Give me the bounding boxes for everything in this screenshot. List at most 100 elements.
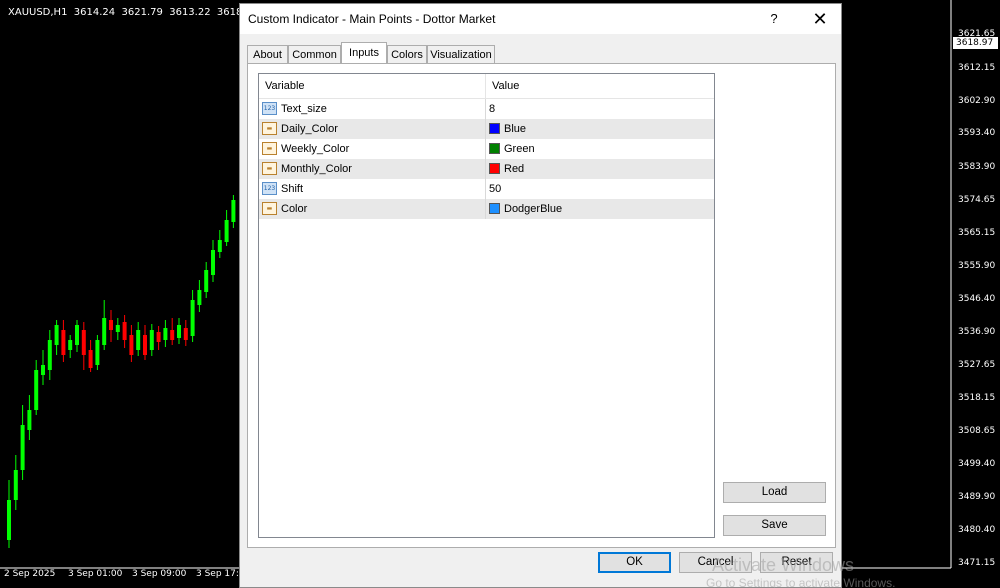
color-icon: ▬ [262, 202, 277, 215]
candle-body [7, 500, 11, 540]
price-label: 3583.90 [958, 162, 996, 172]
candle-body [183, 328, 188, 340]
input-row-weekly-color[interactable]: ▬ Weekly_Color Green [259, 139, 714, 159]
candle-body [143, 335, 147, 355]
numeric-icon: 123 [262, 182, 277, 195]
input-row-daily-color[interactable]: ▬ Daily_Color Blue [259, 119, 714, 139]
price-axis[interactable]: 3621.65 3612.15 3602.90 3593.40 3583.90 … [952, 0, 1000, 568]
current-price-tag: 3618.97 [953, 37, 998, 49]
help-button[interactable]: ? [760, 8, 788, 30]
load-button[interactable]: Load [723, 482, 826, 503]
column-header-variable[interactable]: Variable [259, 74, 486, 98]
candle-body [95, 340, 100, 365]
tab-inputs[interactable]: Inputs [341, 42, 387, 64]
variable-cell: ▬ Monthly_Color [259, 159, 486, 179]
candle-body [197, 290, 202, 305]
inputs-panel: Variable Value 123 Text_size 8 ▬ Daily_C… [247, 63, 836, 548]
candle-body [217, 240, 222, 252]
tab-about[interactable]: About [247, 45, 288, 63]
color-swatch [489, 163, 500, 174]
save-button[interactable]: Save [723, 515, 826, 536]
candle-body [13, 470, 18, 500]
input-row-shift[interactable]: 123 Shift 50 [259, 179, 714, 199]
color-swatch [489, 123, 500, 134]
price-label: 3546.40 [958, 294, 996, 304]
variable-name: Daily_Color [281, 123, 338, 135]
variable-name: Text_size [281, 103, 327, 115]
candle-body [47, 340, 52, 370]
candle-body [136, 330, 141, 350]
tab-common[interactable]: Common [288, 45, 341, 63]
price-label: 3499.40 [958, 459, 996, 469]
dialog-titlebar[interactable]: Custom Indicator - Main Points - Dottor … [240, 4, 841, 34]
candle-body [224, 220, 229, 242]
variable-cell: ▬ Color [259, 199, 486, 219]
price-label: 3480.40 [958, 525, 996, 535]
symbol-info: XAUUSD,H1 3614.24 3621.79 3613.22 3618.9… [8, 7, 259, 18]
price-label: 3593.40 [958, 128, 996, 138]
activation-watermark-text: Go to Settings to activate Windows. [706, 576, 896, 588]
candle-body [41, 365, 45, 375]
input-row-color[interactable]: ▬ Color DodgerBlue [259, 199, 714, 219]
numeric-icon: 123 [262, 102, 277, 115]
variable-cell: ▬ Daily_Color [259, 119, 486, 139]
variable-name: Monthly_Color [281, 163, 352, 175]
candle-body [27, 410, 32, 430]
variable-name: Color [281, 203, 308, 215]
candle-body [68, 340, 73, 350]
time-label: 3 Sep 09:00 [132, 569, 187, 579]
price-label: 3602.90 [958, 96, 996, 106]
activation-watermark-title: Activate Windows [712, 555, 855, 575]
variable-value: 50 [489, 183, 502, 195]
price-label: 3489.90 [958, 492, 996, 502]
price-label: 3471.15 [958, 558, 996, 568]
price-label: 3612.15 [958, 63, 996, 73]
column-header-value[interactable]: Value [486, 74, 714, 98]
variable-cell: ▬ Weekly_Color [259, 139, 486, 159]
tab-colors[interactable]: Colors [387, 45, 427, 63]
tab-visualization[interactable]: Visualization [427, 45, 495, 63]
candle-body [190, 300, 195, 336]
variable-cell: 123 Text_size [259, 99, 486, 119]
candle-body [163, 328, 168, 340]
color-swatch [489, 203, 500, 214]
candle-body [177, 325, 181, 338]
variable-value: Blue [504, 123, 527, 135]
candle-body [34, 370, 39, 410]
input-row-monthly-color[interactable]: ▬ Monthly_Color Red [259, 159, 714, 179]
price-label: 3565.15 [958, 228, 996, 238]
candle-body [75, 325, 79, 345]
variable-value: DodgerBlue [504, 203, 563, 215]
candle-body [211, 250, 215, 275]
variable-name: Shift [281, 183, 304, 195]
price-label: 3555.90 [958, 261, 996, 271]
variable-value: Red [504, 163, 525, 175]
value-cell[interactable]: 50 [486, 179, 714, 199]
candle-body [204, 270, 209, 292]
ok-button[interactable]: OK [598, 552, 671, 573]
value-cell[interactable]: Green [486, 139, 714, 159]
candle-body [20, 425, 25, 470]
price-label: 3536.90 [958, 327, 996, 337]
candle-body [81, 330, 86, 355]
variable-value: Green [504, 143, 535, 155]
value-cell[interactable]: Blue [486, 119, 714, 139]
candle-body [129, 335, 134, 355]
grid-header: Variable Value [259, 74, 714, 99]
value-cell[interactable]: DodgerBlue [486, 199, 714, 219]
custom-indicator-dialog: Custom Indicator - Main Points - Dottor … [239, 3, 842, 588]
inputs-grid: Variable Value 123 Text_size 8 ▬ Daily_C… [258, 73, 715, 538]
time-label: 2 Sep 2025 [4, 569, 56, 579]
candle-body [115, 325, 120, 332]
candle-body [109, 320, 113, 330]
time-label: 3 Sep 01:00 [68, 569, 123, 579]
price-label: 3518.15 [958, 393, 996, 403]
input-row-text-size[interactable]: 123 Text_size 8 [259, 99, 714, 119]
close-button[interactable]: ✕ [806, 7, 834, 31]
price-label: 3508.65 [958, 426, 996, 436]
candle-body [170, 330, 175, 340]
value-cell[interactable]: 8 [486, 99, 714, 119]
value-cell[interactable]: Red [486, 159, 714, 179]
color-icon: ▬ [262, 142, 277, 155]
variable-name: Weekly_Color [281, 143, 350, 155]
